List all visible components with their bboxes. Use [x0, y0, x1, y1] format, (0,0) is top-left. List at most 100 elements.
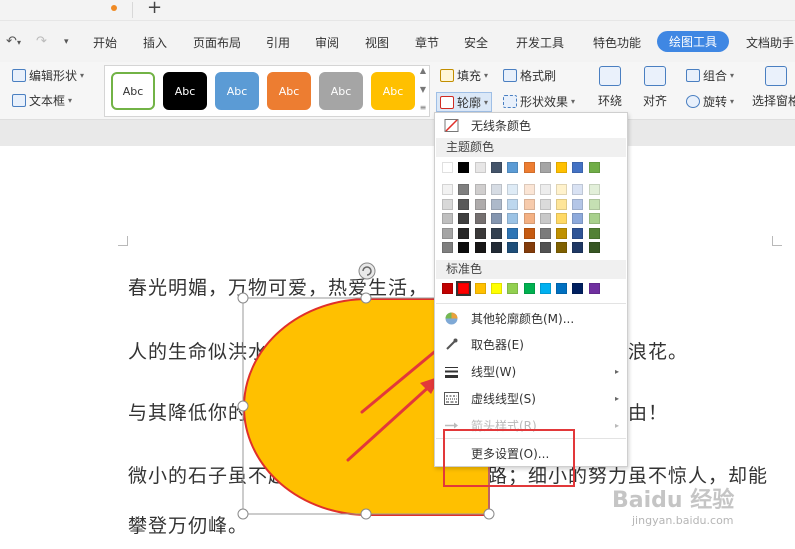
menu-tab-page-layout[interactable]: 页面布局 — [193, 34, 241, 51]
theme-shade-swatch[interactable] — [442, 213, 453, 224]
standard-color-swatch[interactable] — [442, 283, 453, 294]
undo-icon[interactable]: ↶ — [6, 34, 17, 49]
standard-color-swatch[interactable] — [523, 283, 535, 294]
new-tab-plus-icon[interactable]: + — [147, 0, 162, 19]
dash-style-item[interactable]: 虚线线型(S) ▸ — [435, 386, 627, 410]
theme-shade-swatch[interactable] — [507, 198, 519, 210]
redo-icon[interactable]: ↷ — [36, 34, 47, 49]
no-line-color-item[interactable]: 无线条颜色 — [435, 113, 627, 137]
theme-shade-swatch[interactable] — [539, 227, 551, 239]
menu-tab-features[interactable]: 特色功能 — [593, 34, 641, 51]
style-preset-5[interactable]: Abc — [319, 72, 363, 110]
menu-tab-chapter[interactable]: 章节 — [415, 34, 439, 51]
outline-button[interactable]: 轮廓 ▾ — [436, 92, 493, 112]
style-preset-2[interactable]: Abc — [163, 72, 207, 110]
standard-color-swatch[interactable] — [539, 283, 551, 294]
menu-tab-review[interactable]: 审阅 — [315, 34, 339, 51]
theme-color-swatch[interactable] — [588, 162, 600, 173]
theme-shade-swatch[interactable] — [458, 242, 470, 253]
theme-shade-swatch[interactable] — [474, 227, 486, 239]
eyedropper-item[interactable]: 取色器(E) — [435, 332, 627, 356]
undo-dropdown-chevron-icon[interactable]: ▾ — [17, 38, 21, 47]
theme-shade-swatch[interactable] — [572, 227, 584, 239]
standard-color-swatch[interactable] — [474, 283, 486, 294]
theme-shade-swatch[interactable] — [507, 213, 519, 224]
theme-color-swatch[interactable] — [474, 162, 486, 173]
theme-shade-swatch[interactable] — [572, 198, 584, 210]
theme-shade-swatch[interactable] — [458, 198, 470, 210]
theme-shade-swatch[interactable] — [539, 242, 551, 253]
doc-paragraph-5[interactable]: 攀登万仞峰。 — [128, 511, 248, 538]
theme-shade-swatch[interactable] — [523, 184, 535, 195]
theme-shade-swatch[interactable] — [572, 184, 584, 195]
menu-tab-doc-assistant[interactable]: 文档助手 — [746, 34, 794, 51]
scroll-down-icon[interactable]: ▼ — [420, 85, 426, 94]
theme-color-swatch[interactable] — [442, 162, 453, 173]
theme-shade-swatch[interactable] — [539, 184, 551, 195]
theme-color-swatch[interactable] — [572, 162, 584, 173]
theme-shade-swatch[interactable] — [556, 227, 568, 239]
theme-shade-swatch[interactable] — [572, 213, 584, 224]
theme-shade-swatch[interactable] — [556, 242, 568, 253]
theme-color-swatch[interactable] — [458, 162, 470, 173]
standard-color-swatch[interactable] — [588, 283, 600, 294]
theme-shade-swatch[interactable] — [539, 213, 551, 224]
theme-color-swatch[interactable] — [556, 162, 568, 173]
theme-shade-swatch[interactable] — [474, 184, 486, 195]
theme-shade-swatch[interactable] — [474, 242, 486, 253]
theme-shade-swatch[interactable] — [539, 198, 551, 210]
theme-shade-swatch[interactable] — [572, 242, 584, 253]
wrap-button[interactable]: 环绕 — [598, 66, 622, 109]
standard-color-swatch[interactable] — [507, 283, 519, 294]
theme-shade-swatch[interactable] — [458, 227, 470, 239]
theme-shade-swatch[interactable] — [458, 184, 470, 195]
scroll-up-icon[interactable]: ▲ — [420, 66, 426, 75]
standard-color-swatch[interactable] — [456, 281, 472, 296]
text-box-button[interactable]: 文本框 ▾ — [12, 92, 72, 109]
format-brush-button[interactable]: 格式刷 — [503, 67, 556, 84]
rotate-button[interactable]: 旋转 ▾ — [686, 93, 734, 110]
gallery-expand-icon[interactable]: ≡ — [420, 103, 427, 112]
shape-effects-button[interactable]: 形状效果 ▾ — [503, 93, 575, 110]
theme-shade-swatch[interactable] — [588, 227, 600, 239]
theme-shade-swatch[interactable] — [588, 213, 600, 224]
menu-tab-references[interactable]: 引用 — [266, 34, 290, 51]
theme-color-swatch[interactable] — [507, 162, 519, 173]
theme-shade-swatch[interactable] — [490, 242, 502, 253]
theme-shade-swatch[interactable] — [474, 198, 486, 210]
theme-shade-swatch[interactable] — [442, 242, 453, 253]
theme-shade-swatch[interactable] — [507, 227, 519, 239]
theme-color-swatch[interactable] — [490, 162, 502, 173]
menu-tab-security[interactable]: 安全 — [464, 34, 488, 51]
standard-color-swatch[interactable] — [556, 283, 568, 294]
theme-shade-swatch[interactable] — [442, 198, 453, 210]
style-preset-6[interactable]: Abc — [371, 72, 415, 110]
standard-color-swatch[interactable] — [572, 283, 584, 294]
theme-shade-swatch[interactable] — [442, 227, 453, 239]
theme-shade-swatch[interactable] — [523, 242, 535, 253]
theme-shade-swatch[interactable] — [474, 213, 486, 224]
standard-color-swatch[interactable] — [490, 283, 502, 294]
theme-shade-swatch[interactable] — [507, 242, 519, 253]
style-gallery-scroller[interactable]: ▲ ▼ ≡ — [418, 66, 428, 112]
theme-shade-swatch[interactable] — [490, 184, 502, 195]
theme-shade-swatch[interactable] — [490, 227, 502, 239]
theme-shade-swatch[interactable] — [442, 184, 453, 195]
edit-shape-button[interactable]: 编辑形状 ▾ — [12, 67, 84, 84]
theme-shade-swatch[interactable] — [556, 213, 568, 224]
theme-shade-swatch[interactable] — [556, 198, 568, 210]
theme-shade-swatch[interactable] — [588, 242, 600, 253]
menu-tab-drawing-tools[interactable]: 绘图工具 — [657, 31, 730, 52]
menu-tab-view[interactable]: 视图 — [365, 34, 389, 51]
theme-color-swatch[interactable] — [523, 162, 535, 173]
theme-shade-swatch[interactable] — [588, 198, 600, 210]
theme-shade-swatch[interactable] — [507, 184, 519, 195]
theme-shade-swatch[interactable] — [556, 184, 568, 195]
doc-paragraph-1[interactable]: 春光明媚，万物可爱，热爱生活， — [128, 273, 428, 300]
line-style-item[interactable]: 线型(W) ▸ — [435, 359, 627, 383]
theme-shade-swatch[interactable] — [523, 227, 535, 239]
theme-shade-swatch[interactable] — [523, 213, 535, 224]
theme-shade-swatch[interactable] — [523, 198, 535, 210]
menu-tab-developer[interactable]: 开发工具 — [516, 34, 564, 51]
quick-access-chevron-icon[interactable]: ▾ — [64, 37, 69, 47]
